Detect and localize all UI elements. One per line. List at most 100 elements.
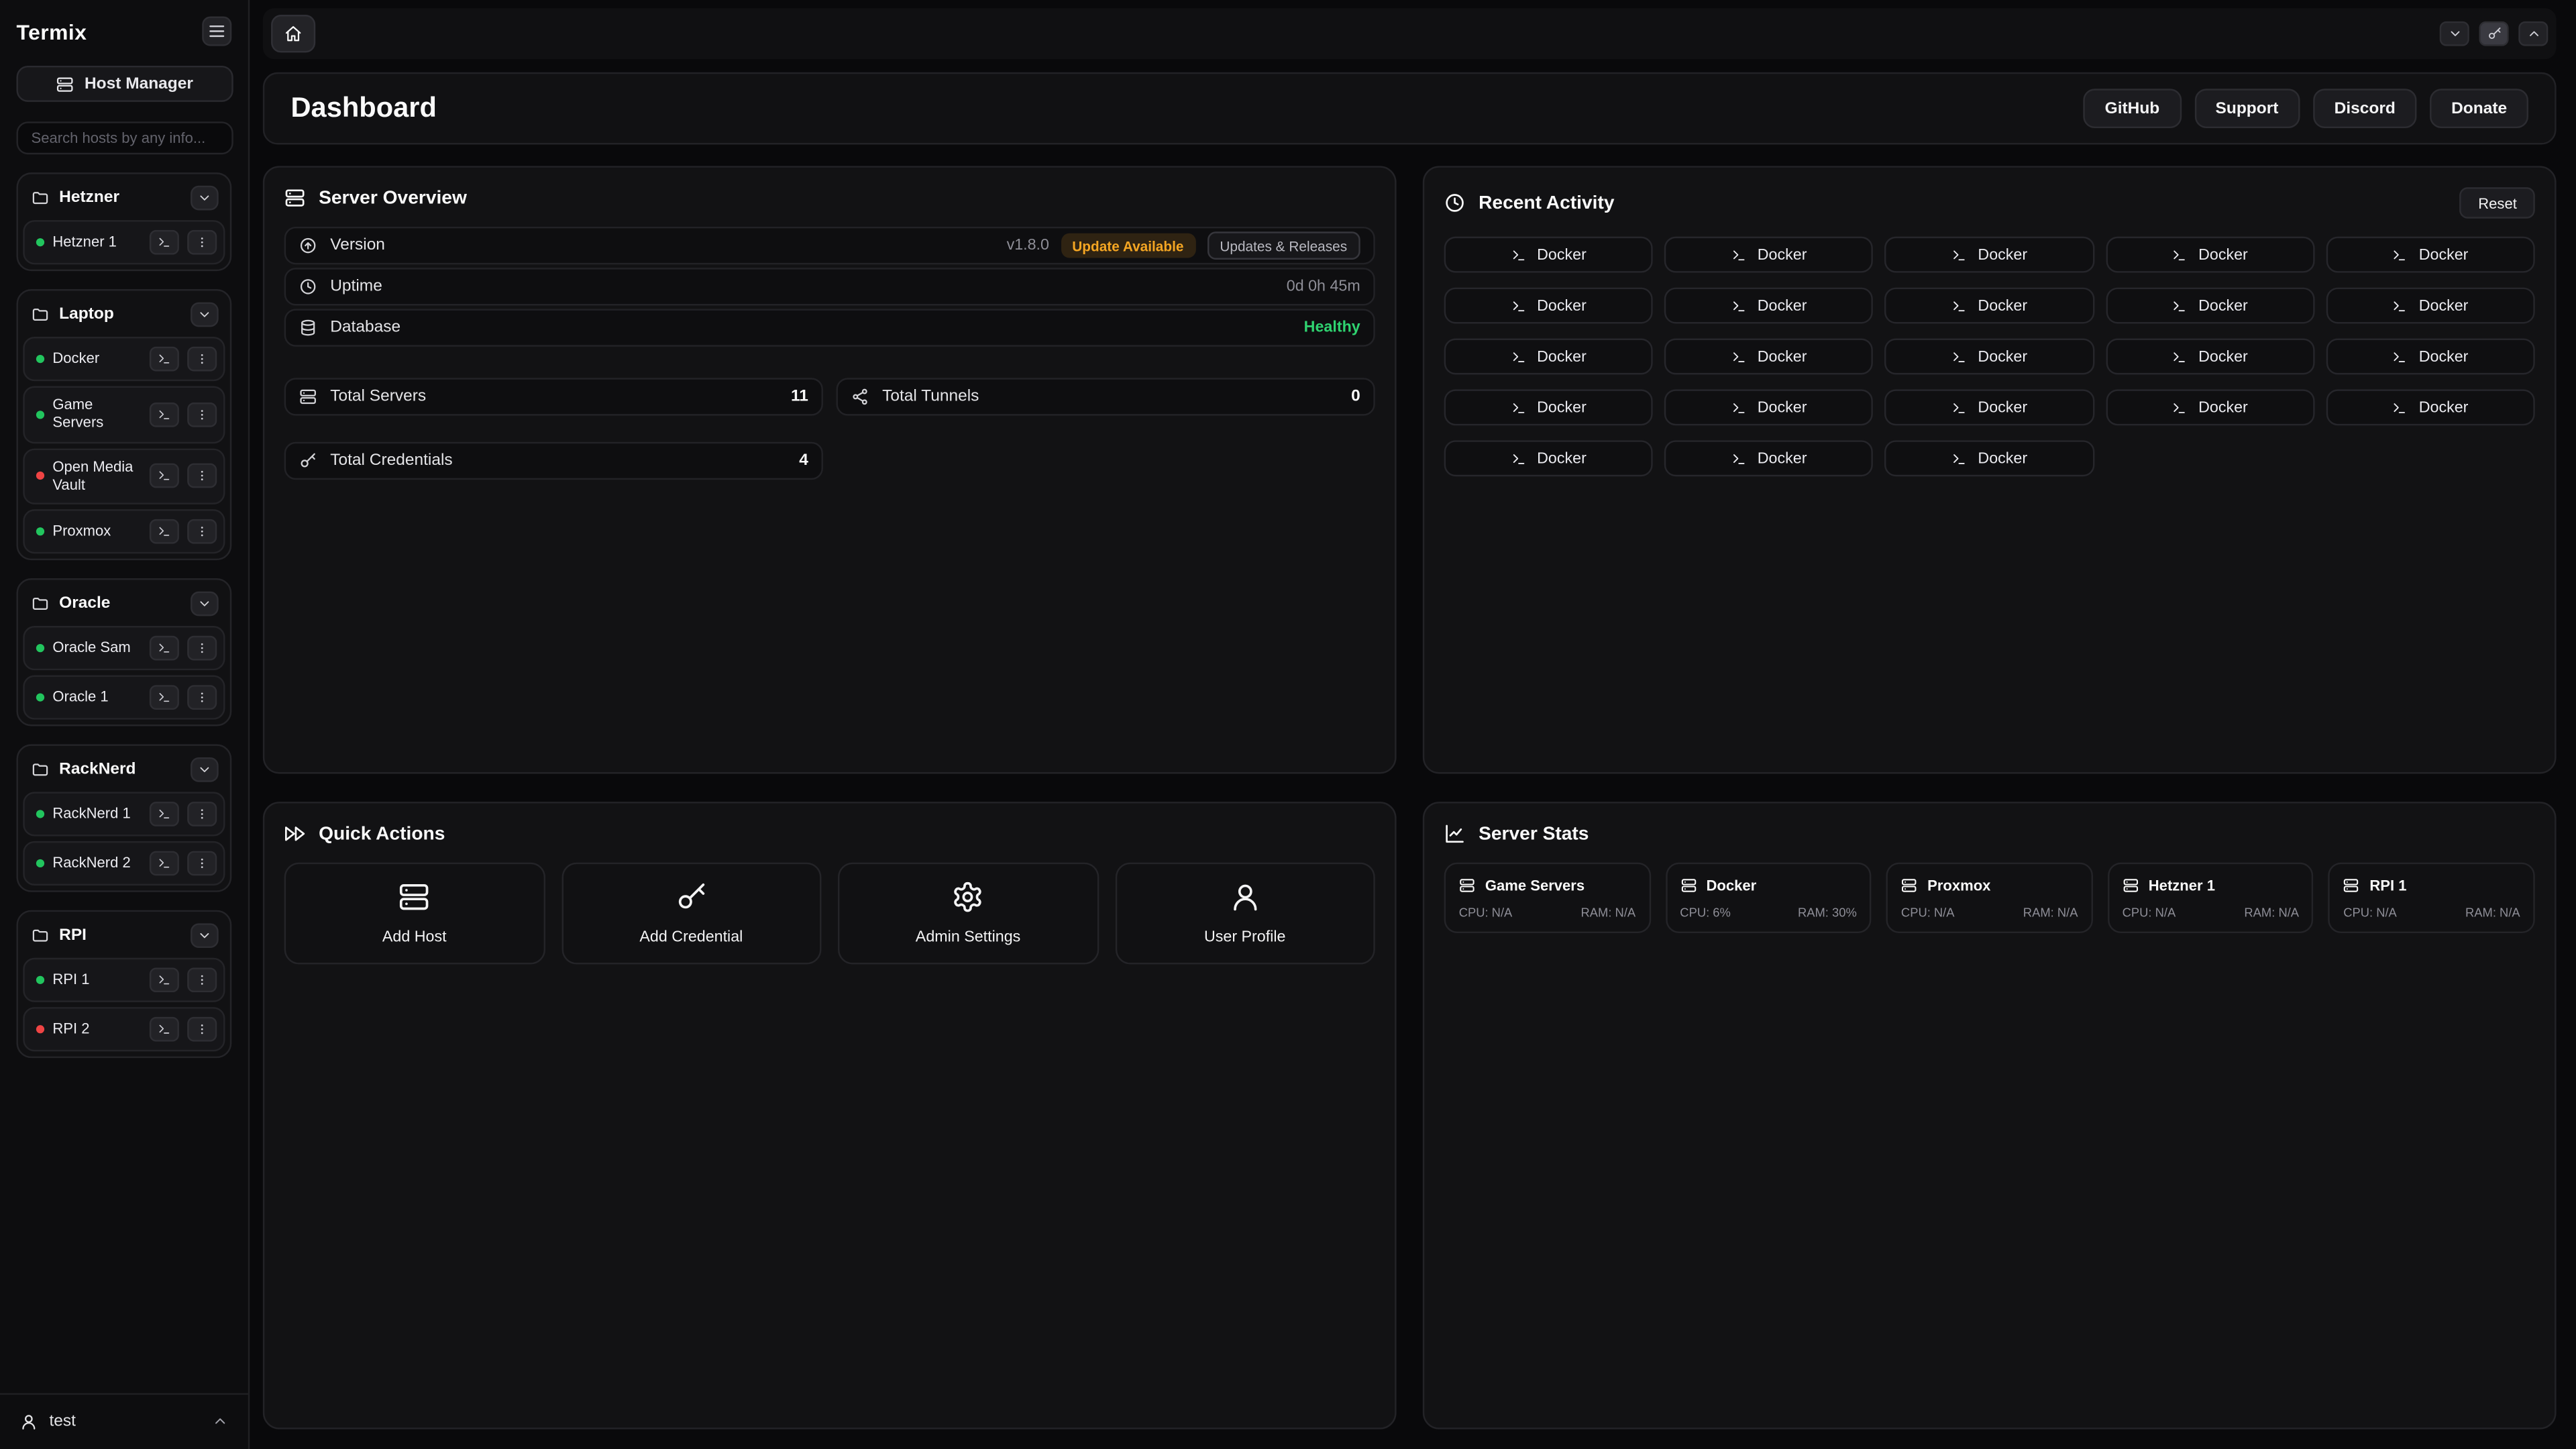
discord-button[interactable]: Discord <box>2313 89 2417 128</box>
recent-activity-item[interactable]: Docker <box>1444 389 1653 425</box>
recent-activity-item[interactable]: Docker <box>1885 338 2094 374</box>
terminal-icon <box>1511 349 1525 364</box>
open-terminal-button[interactable] <box>150 347 179 372</box>
add-host-button[interactable]: Add Host <box>284 863 545 965</box>
host-row[interactable]: Game Servers <box>23 386 225 443</box>
collapse-group-button[interactable] <box>191 923 219 948</box>
host-status-dot <box>36 810 44 818</box>
host-row[interactable]: Proxmox <box>23 509 225 553</box>
recent-activity-item[interactable]: Docker <box>1664 338 1874 374</box>
add-credential-button[interactable]: Add Credential <box>561 863 821 965</box>
host-menu-button[interactable] <box>187 967 217 992</box>
recent-activity-item[interactable]: Docker <box>1664 389 1874 425</box>
version-icon <box>299 237 317 255</box>
open-terminal-button[interactable] <box>150 802 179 826</box>
host-row[interactable]: Hetzner 1 <box>23 220 225 264</box>
recent-activity-item[interactable]: Docker <box>2106 237 2315 273</box>
donate-button[interactable]: Donate <box>2430 89 2528 128</box>
tab-home[interactable] <box>271 15 315 52</box>
host-menu-button[interactable] <box>187 347 217 372</box>
open-terminal-button[interactable] <box>150 636 179 661</box>
host-menu-button[interactable] <box>187 1017 217 1042</box>
open-terminal-button[interactable] <box>150 851 179 876</box>
host-menu-button[interactable] <box>187 230 217 255</box>
open-terminal-button[interactable] <box>150 1017 179 1042</box>
open-terminal-button[interactable] <box>150 464 179 488</box>
host-row[interactable]: RackNerd 2 <box>23 841 225 885</box>
host-group-header[interactable]: Laptop <box>23 296 225 332</box>
collapse-group-button[interactable] <box>191 303 219 327</box>
open-terminal-button[interactable] <box>150 685 179 710</box>
recent-activity-item[interactable]: Docker <box>1885 440 2094 476</box>
recent-activity-item[interactable]: Docker <box>1885 389 2094 425</box>
user-menu[interactable]: test <box>0 1393 248 1449</box>
app-root: Termix Host Manager Hetzner Hetzner 1 <box>0 0 2576 1449</box>
host-group-header[interactable]: Oracle <box>23 585 225 621</box>
open-terminal-button[interactable] <box>150 519 179 544</box>
recent-activity-item[interactable]: Docker <box>2106 288 2315 324</box>
recent-activity-item[interactable]: Docker <box>2106 338 2315 374</box>
collapse-group-button[interactable] <box>191 757 219 782</box>
reset-button[interactable]: Reset <box>2460 187 2534 219</box>
host-group-name: Hetzner <box>59 189 180 207</box>
chevron-down-icon <box>197 762 212 777</box>
host-row[interactable]: Open Media Vault <box>23 447 225 504</box>
user-profile-button[interactable]: User Profile <box>1115 863 1375 965</box>
key-button[interactable] <box>2479 21 2509 46</box>
host-menu-button[interactable] <box>187 519 217 544</box>
server-stat-card[interactable]: Hetzner 1 CPU: N/ARAM: N/A <box>2108 863 2314 933</box>
collapse-group-button[interactable] <box>191 592 219 616</box>
host-menu-button[interactable] <box>187 636 217 661</box>
recent-activity-item[interactable]: Docker <box>2326 288 2534 324</box>
recent-activity-item[interactable]: Docker <box>1664 440 1874 476</box>
open-terminal-button[interactable] <box>150 230 179 255</box>
recent-activity-item[interactable]: Docker <box>1444 338 1653 374</box>
host-row[interactable]: RPI 1 <box>23 958 225 1002</box>
support-button[interactable]: Support <box>2194 89 2300 128</box>
host-menu-button[interactable] <box>187 685 217 710</box>
host-menu-button[interactable] <box>187 402 217 427</box>
host-search-input[interactable] <box>16 121 233 154</box>
host-manager-button[interactable]: Host Manager <box>16 66 233 102</box>
recent-activity-item[interactable]: Docker <box>1885 288 2094 324</box>
host-menu-button[interactable] <box>187 851 217 876</box>
updates-releases-button[interactable]: Updates & Releases <box>1207 231 1360 260</box>
host-row[interactable]: Oracle Sam <box>23 626 225 670</box>
sidebar-menu-button[interactable] <box>202 16 231 46</box>
host-group-header[interactable]: RPI <box>23 917 225 953</box>
recent-activity-item[interactable]: Docker <box>2326 389 2534 425</box>
github-button[interactable]: GitHub <box>2084 89 2181 128</box>
server-stats-grid: Game Servers CPU: N/ARAM: N/A Docker CPU… <box>1444 863 2535 933</box>
panel-title: Recent Activity <box>1479 193 1614 213</box>
recent-activity-item[interactable]: Docker <box>2326 338 2534 374</box>
recent-activity-item[interactable]: Docker <box>2326 237 2534 273</box>
recent-activity-item[interactable]: Docker <box>1444 237 1653 273</box>
open-terminal-button[interactable] <box>150 967 179 992</box>
recent-activity-item[interactable]: Docker <box>1444 288 1653 324</box>
server-stat-card[interactable]: Game Servers CPU: N/ARAM: N/A <box>1444 863 1651 933</box>
host-row[interactable]: Docker <box>23 337 225 381</box>
admin-settings-button[interactable]: Admin Settings <box>838 863 1098 965</box>
host-row[interactable]: RackNerd 1 <box>23 792 225 836</box>
collapse-group-button[interactable] <box>191 186 219 211</box>
host-menu-button[interactable] <box>187 464 217 488</box>
host-group-header[interactable]: Hetzner <box>23 179 225 215</box>
recent-activity-item[interactable]: Docker <box>2106 389 2315 425</box>
user-menu-chevron-button[interactable] <box>212 1409 228 1434</box>
tabs-dropdown-button[interactable] <box>2440 21 2469 46</box>
host-group-header[interactable]: RackNerd <box>23 751 225 787</box>
host-row[interactable]: RPI 2 <box>23 1007 225 1051</box>
ram-stat: RAM: N/A <box>2023 905 2078 920</box>
database-icon <box>299 319 317 337</box>
recent-activity-item[interactable]: Docker <box>1444 440 1653 476</box>
recent-activity-item[interactable]: Docker <box>1664 237 1874 273</box>
recent-activity-item[interactable]: Docker <box>1885 237 2094 273</box>
open-terminal-button[interactable] <box>150 402 179 427</box>
server-stat-card[interactable]: Proxmox CPU: N/ARAM: N/A <box>1886 863 2093 933</box>
collapse-tabbar-button[interactable] <box>2518 21 2548 46</box>
host-menu-button[interactable] <box>187 802 217 826</box>
host-row[interactable]: Oracle 1 <box>23 676 225 720</box>
server-stat-card[interactable]: RPI 1 CPU: N/ARAM: N/A <box>2328 863 2535 933</box>
server-stat-card[interactable]: Docker CPU: 6%RAM: 30% <box>1665 863 1872 933</box>
recent-activity-item[interactable]: Docker <box>1664 288 1874 324</box>
